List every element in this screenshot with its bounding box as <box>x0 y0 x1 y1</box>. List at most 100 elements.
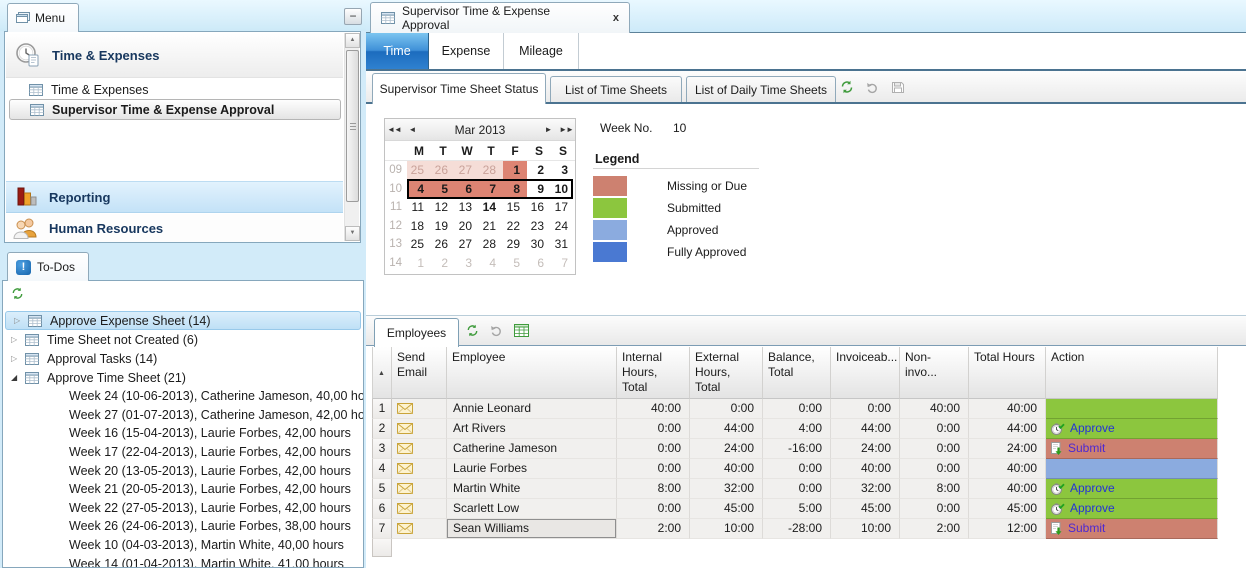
grid-column-header[interactable]: Total Hours <box>969 347 1046 399</box>
action-link[interactable]: Approve <box>1070 499 1115 518</box>
collapse-icon[interactable]: ◢ <box>11 373 21 382</box>
employee-row[interactable]: 4Laurie Forbes0:0040:000:0040:000:0040:0… <box>372 459 1218 479</box>
tab-expense[interactable]: Expense <box>429 33 504 69</box>
send-email-cell[interactable] <box>392 479 447 499</box>
calendar-day[interactable]: 13 <box>455 198 479 217</box>
calendar-day[interactable]: 6 <box>455 180 479 199</box>
calendar-day[interactable]: 24 <box>551 217 575 236</box>
todo-item[interactable]: ◢Approve Time Sheet (21) <box>3 368 363 387</box>
calendar-day[interactable]: 26 <box>431 235 455 254</box>
grid-column-header[interactable]: Invoiceab... <box>831 347 900 399</box>
action-cell[interactable]: Submit <box>1046 439 1218 459</box>
todo-child-item[interactable]: Week 27 (01-07-2013), Catherine Jameson,… <box>3 406 363 425</box>
prev-month-icon[interactable]: ◄ <box>403 125 421 134</box>
calendar-day[interactable]: 27 <box>455 161 479 180</box>
close-icon[interactable]: x <box>613 12 619 24</box>
todo-child-item[interactable]: Week 10 (04-03-2013), Martin White, 40,0… <box>3 536 363 555</box>
send-email-cell[interactable] <box>392 439 447 459</box>
refresh-icon[interactable] <box>466 324 479 337</box>
calendar-day[interactable]: 31 <box>551 235 575 254</box>
calendar-day[interactable]: 25 <box>407 235 431 254</box>
scroll-down-icon[interactable]: ▼ <box>345 226 360 241</box>
calendar-day[interactable]: 16 <box>527 198 551 217</box>
calendar-day[interactable]: 28 <box>479 161 503 180</box>
send-email-cell[interactable] <box>392 399 447 419</box>
calendar-day[interactable]: 11 <box>407 198 431 217</box>
grid-column-header[interactable]: Employee <box>447 347 617 399</box>
calendar-day[interactable]: 15 <box>503 198 527 217</box>
grid-column-header[interactable]: Balance, Total <box>763 347 831 399</box>
tab-time[interactable]: Time <box>366 33 429 69</box>
todo-child-item[interactable]: Week 17 (22-04-2013), Laurie Forbes, 42,… <box>3 443 363 462</box>
calendar-day[interactable]: 29 <box>503 235 527 254</box>
todo-item[interactable]: ▷Approve Expense Sheet (14) <box>5 311 361 330</box>
action-cell[interactable]: Submit <box>1046 519 1218 539</box>
calendar-day[interactable]: 20 <box>455 217 479 236</box>
send-email-cell[interactable] <box>392 499 447 519</box>
tab-mileage[interactable]: Mileage <box>504 33 579 69</box>
calendar-day[interactable]: 17 <box>551 198 575 217</box>
calendar-day[interactable]: 18 <box>407 217 431 236</box>
calendar-day[interactable]: 19 <box>431 217 455 236</box>
calendar-day[interactable]: 6 <box>527 254 551 273</box>
employee-row[interactable]: 3Catherine Jameson0:0024:00-16:0024:000:… <box>372 439 1218 459</box>
tab-menu[interactable]: Menu <box>7 3 79 32</box>
next-month-icon[interactable]: ► <box>539 125 557 134</box>
tab-list-of-daily-time-sheets[interactable]: List of Daily Time Sheets <box>686 76 836 102</box>
calendar-day[interactable]: 27 <box>455 235 479 254</box>
menu-item-time-expenses[interactable]: Time & Expenses <box>9 80 341 99</box>
employee-row[interactable]: 5Martin White8:0032:000:0032:008:0040:00… <box>372 479 1218 499</box>
send-email-icon[interactable] <box>397 523 413 534</box>
grid-column-header[interactable]: Send Email <box>392 347 447 399</box>
todo-child-item[interactable]: Week 21 (20-05-2013), Laurie Forbes, 42,… <box>3 480 363 499</box>
tab-todos[interactable]: ! To-Dos <box>7 252 89 281</box>
scrollbar-thumb[interactable] <box>346 50 359 202</box>
todo-child-item[interactable]: Week 20 (13-05-2013), Laurie Forbes, 42,… <box>3 461 363 480</box>
todo-child-item[interactable]: Week 14 (01-04-2013), Martin White, 41,0… <box>3 554 363 568</box>
undo-icon[interactable] <box>866 81 879 94</box>
menu-scrollbar[interactable]: ▲ ▼ <box>344 33 359 241</box>
group-time-expenses[interactable]: Time & Expenses <box>6 33 343 78</box>
calendar-day[interactable]: 3 <box>455 254 479 273</box>
calendar-day[interactable]: 21 <box>479 217 503 236</box>
send-email-cell[interactable] <box>392 459 447 479</box>
tab-list-of-time-sheets[interactable]: List of Time Sheets <box>550 76 682 102</box>
todo-child-item[interactable]: Week 22 (27-05-2013), Laurie Forbes, 42,… <box>3 499 363 518</box>
calendar-day[interactable]: 10 <box>551 180 575 199</box>
send-email-icon[interactable] <box>397 463 413 474</box>
send-email-cell[interactable] <box>392 419 447 439</box>
calendar-day[interactable]: 4 <box>479 254 503 273</box>
grid-indicator-header[interactable]: ▲ <box>372 347 392 399</box>
expand-icon[interactable]: ▷ <box>11 335 21 344</box>
menu-item-supervisor-approval[interactable]: Supervisor Time & Expense Approval <box>9 99 341 120</box>
refresh-icon[interactable] <box>11 287 24 300</box>
employee-row[interactable]: 7Sean Williams2:0010:00-28:0010:002:0012… <box>372 519 1218 539</box>
action-cell[interactable]: Approve <box>1046 479 1218 499</box>
action-cell[interactable] <box>1046 399 1218 419</box>
calendar-day[interactable]: 2 <box>431 254 455 273</box>
table-view-icon[interactable] <box>514 324 529 337</box>
calendar-day[interactable]: 30 <box>527 235 551 254</box>
save-icon[interactable] <box>891 80 905 94</box>
action-link[interactable]: Submit <box>1068 519 1105 538</box>
employee-row[interactable]: 1Annie Leonard40:000:000:000:0040:0040:0… <box>372 399 1218 419</box>
todo-child-item[interactable]: Week 26 (24-06-2013), Laurie Forbes, 38,… <box>3 517 363 536</box>
refresh-icon[interactable] <box>840 80 854 94</box>
undo-icon[interactable] <box>490 324 503 337</box>
send-email-icon[interactable] <box>397 483 413 494</box>
send-email-icon[interactable] <box>397 423 413 434</box>
scroll-up-icon[interactable]: ▲ <box>345 33 360 48</box>
calendar-day[interactable]: 22 <box>503 217 527 236</box>
action-cell[interactable] <box>1046 459 1218 479</box>
grid-column-header[interactable]: External Hours, Total <box>690 347 763 399</box>
calendar-day[interactable]: 9 <box>527 180 551 199</box>
calendar-day[interactable]: 1 <box>503 161 527 180</box>
tab-supervisor-approval-document[interactable]: Supervisor Time & Expense Approval x <box>370 2 630 33</box>
calendar-day[interactable]: 7 <box>479 180 503 199</box>
calendar-day[interactable]: 26 <box>431 161 455 180</box>
minimize-panel-button[interactable]: − <box>344 8 362 25</box>
employee-row[interactable]: 2Art Rivers0:0044:004:0044:000:0044:00Ap… <box>372 419 1218 439</box>
calendar-day[interactable]: 3 <box>551 161 575 180</box>
calendar-day[interactable]: 5 <box>503 254 527 273</box>
calendar-day[interactable]: 7 <box>551 254 575 273</box>
